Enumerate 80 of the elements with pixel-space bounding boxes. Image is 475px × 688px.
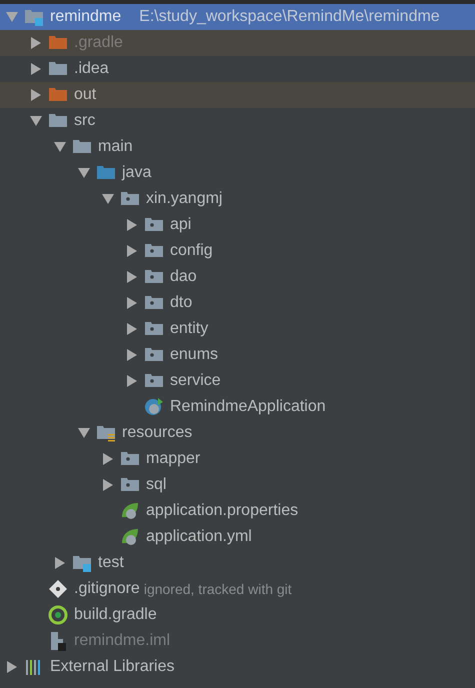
tree-row[interactable]: RemindmeApplication	[0, 394, 475, 420]
item-label: .gradle	[73, 34, 123, 52]
tree-row[interactable]: api	[0, 212, 475, 238]
tree-row[interactable]: application.yml	[0, 524, 475, 550]
expand-arrow-icon[interactable]	[127, 349, 137, 361]
expand-arrow-icon[interactable]	[31, 37, 41, 49]
item-label: src	[73, 112, 96, 130]
collapse-arrow-icon[interactable]	[30, 116, 42, 126]
tree-row[interactable]: dto	[0, 290, 475, 316]
tree-row[interactable]: .idea	[0, 56, 475, 82]
item-label: remindme.iml	[73, 632, 170, 650]
item-label: service	[169, 372, 221, 390]
tree-row[interactable]: service	[0, 368, 475, 394]
item-label: xin.yangmj	[145, 190, 222, 208]
item-label: entity	[169, 320, 208, 338]
tree-row[interactable]: remindme E:\study_workspace\RemindMe\remindme	[0, 4, 475, 30]
expand-arrow-icon[interactable]	[31, 89, 41, 101]
expand-arrow-icon[interactable]	[103, 479, 113, 491]
item-label: dao	[169, 268, 197, 286]
resources-folder-icon	[96, 423, 116, 443]
collapse-arrow-icon[interactable]	[78, 428, 90, 438]
vcs-status-note: ignored, tracked with git	[144, 581, 292, 597]
tree-row[interactable]: java	[0, 160, 475, 186]
item-label: out	[73, 86, 96, 104]
module-file-icon	[48, 631, 68, 651]
tree-row[interactable]: application.properties	[0, 498, 475, 524]
item-label: main	[97, 138, 133, 156]
item-label: application.properties	[145, 502, 298, 520]
expand-arrow-icon[interactable]	[103, 453, 113, 465]
collapse-arrow-icon[interactable]	[78, 168, 90, 178]
expand-arrow-icon[interactable]	[127, 375, 137, 387]
item-label: External Libraries	[49, 658, 174, 676]
item-label: resources	[121, 424, 192, 442]
item-label: RemindmeApplication	[169, 398, 326, 416]
expand-arrow-icon[interactable]	[55, 557, 65, 569]
tree-row[interactable]: dao	[0, 264, 475, 290]
tree-row[interactable]: main	[0, 134, 475, 160]
collapse-arrow-icon[interactable]	[54, 142, 66, 152]
expand-arrow-icon[interactable]	[31, 63, 41, 75]
tree-row[interactable]: test	[0, 550, 475, 576]
item-label: mapper	[145, 450, 200, 468]
expand-arrow-icon[interactable]	[127, 219, 137, 231]
tree-row[interactable]: mapper	[0, 446, 475, 472]
tree-row[interactable]: build.gradle	[0, 602, 475, 628]
tree-row[interactable]: resources	[0, 420, 475, 446]
item-label: enums	[169, 346, 218, 364]
item-label: .idea	[73, 60, 109, 78]
tree-row[interactable]: enums	[0, 342, 475, 368]
leaf-config-icon	[120, 501, 140, 521]
test-folder-icon	[72, 553, 92, 573]
module-path: E:\study_workspace\RemindMe\remindme	[139, 8, 440, 26]
item-label: build.gradle	[73, 606, 157, 624]
item-label: config	[169, 242, 213, 260]
expand-arrow-icon[interactable]	[127, 271, 137, 283]
expand-arrow-icon[interactable]	[7, 661, 17, 673]
item-label: application.yml	[145, 528, 252, 546]
collapse-arrow-icon[interactable]	[102, 194, 114, 204]
item-label: test	[97, 554, 124, 572]
item-label: sql	[145, 476, 166, 494]
item-label: api	[169, 216, 192, 234]
tree-row[interactable]: entity	[0, 316, 475, 342]
item-label: remindme	[49, 8, 122, 26]
tree-row[interactable]: out	[0, 82, 475, 108]
gradle-file-icon	[48, 605, 68, 625]
tree-row[interactable]: xin.yangmj	[0, 186, 475, 212]
item-label: .gitignore	[73, 580, 140, 598]
git-file-icon	[48, 579, 68, 599]
spring-class-icon	[144, 397, 164, 417]
tree-row[interactable]: External Libraries	[0, 654, 475, 680]
tree-row[interactable]: config	[0, 238, 475, 264]
tree-row[interactable]: .gitignore ignored, tracked with git	[0, 576, 475, 602]
item-label: dto	[169, 294, 192, 312]
item-label: java	[120, 164, 152, 182]
leaf-config-icon	[120, 527, 140, 547]
expand-arrow-icon[interactable]	[127, 245, 137, 257]
tree-row[interactable]: sql	[0, 472, 475, 498]
expand-arrow-icon[interactable]	[127, 323, 137, 335]
module-folder-icon	[24, 7, 44, 27]
expand-arrow-icon[interactable]	[127, 297, 137, 309]
tree-row[interactable]: src	[0, 108, 475, 134]
